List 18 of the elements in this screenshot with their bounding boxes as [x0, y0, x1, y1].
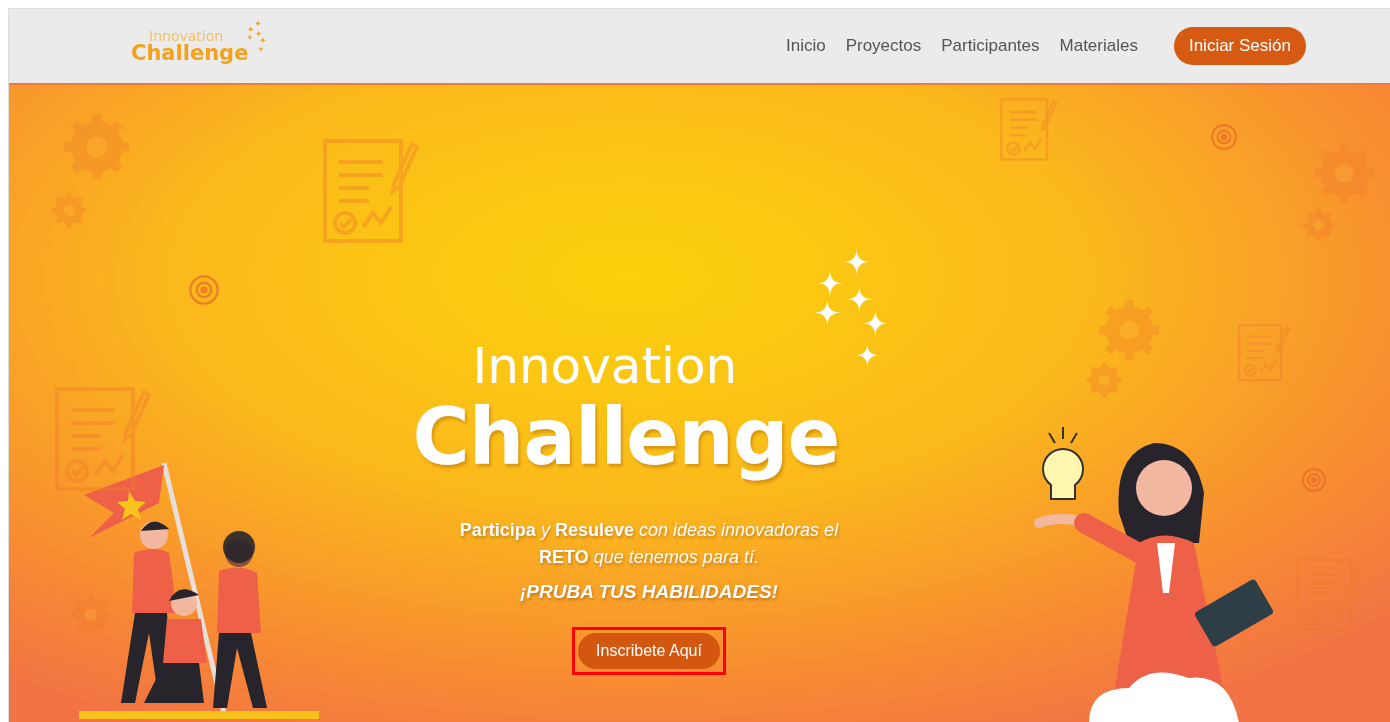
document-icon — [1237, 323, 1292, 384]
tagline: Participa y Resuleve con ideas innovadoras el RETO que tenemos para tí. — [458, 519, 840, 569]
nav-link[interactable]: Participantes — [941, 36, 1040, 56]
document-icon — [999, 97, 1059, 163]
nav-link[interactable]: Proyectos — [845, 36, 922, 56]
login-button[interactable]: Iniciar Sesión — [1173, 27, 1306, 65]
logo-text: Challenge — [131, 42, 249, 64]
hero-logo-text: Challenge — [412, 391, 841, 485]
target-icon — [1210, 123, 1238, 151]
nav-link[interactable]: Inicio — [785, 36, 826, 56]
target-icon — [1301, 467, 1327, 493]
nav-link[interactable]: Materiales — [1059, 36, 1138, 56]
signup-button[interactable]: Inscribete Aquí — [578, 633, 720, 669]
gear-icon — [63, 113, 131, 181]
slogan: ¡PRUBA TUS HABILIDADES! — [520, 581, 778, 603]
hero-logo-text: Innovation — [472, 341, 739, 392]
target-icon — [188, 274, 220, 306]
logo-text: Innovation — [149, 28, 225, 43]
